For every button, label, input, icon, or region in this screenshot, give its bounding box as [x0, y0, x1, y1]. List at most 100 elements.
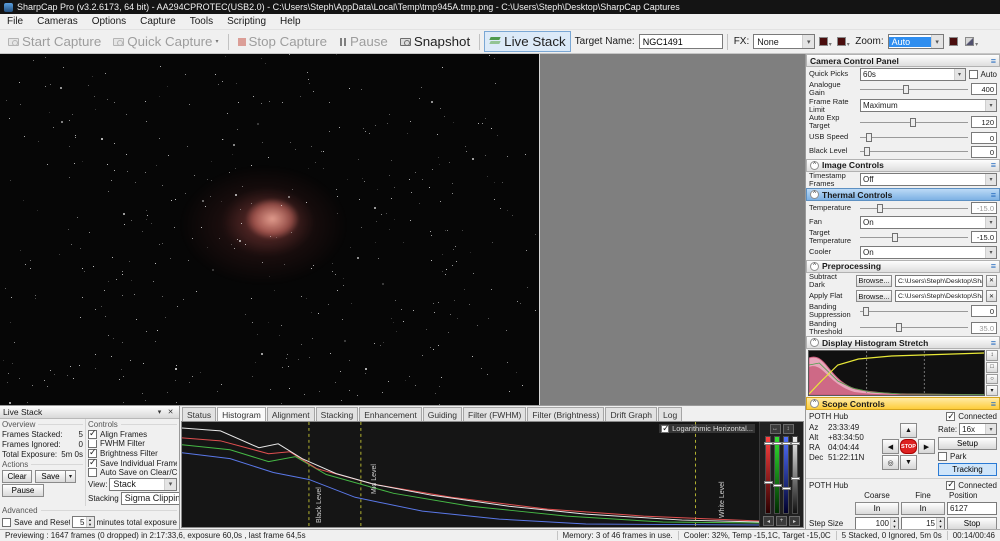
- slider-thumb[interactable]: [866, 133, 872, 142]
- collapse-icon[interactable]: ^: [810, 161, 819, 170]
- minimize-icon[interactable]: ▾: [154, 407, 165, 417]
- usb-speed-slider[interactable]: [860, 132, 968, 143]
- tab-log[interactable]: Log: [658, 407, 682, 421]
- menu-file[interactable]: File: [0, 14, 30, 29]
- panel-menu-icon[interactable]: ≡: [991, 160, 996, 170]
- tab-alignment[interactable]: Alignment: [267, 407, 315, 421]
- align-frames-checkbox[interactable]: Align Frames: [88, 430, 177, 439]
- panel-menu-icon[interactable]: ≡: [991, 399, 996, 409]
- slider-handle[interactable]: [764, 481, 773, 484]
- menu-tools[interactable]: Tools: [183, 14, 220, 29]
- analogue-gain-slider[interactable]: [860, 84, 968, 95]
- collapse-icon[interactable]: ^: [810, 399, 819, 408]
- target-name-input[interactable]: [639, 34, 723, 49]
- slider-handle[interactable]: [764, 442, 773, 445]
- close-icon[interactable]: ✕: [165, 407, 176, 417]
- stacking-dropdown[interactable]: Sigma Clipping: [121, 492, 180, 505]
- auto-save-checkbox[interactable]: Auto Save on Clear/Close: [88, 468, 177, 477]
- tab-status[interactable]: Status: [182, 407, 216, 421]
- zoom-dropdown[interactable]: Auto: [888, 34, 944, 49]
- slew-west-button[interactable]: ◀: [882, 439, 899, 454]
- menu-scripting[interactable]: Scripting: [220, 14, 273, 29]
- black-level-slider[interactable]: [860, 146, 968, 157]
- panel-menu-icon[interactable]: ≡: [991, 56, 996, 66]
- auto-exp-target-slider[interactable]: [860, 117, 968, 128]
- slider-handle[interactable]: [791, 477, 800, 480]
- expand-horizontal-button[interactable]: [770, 424, 781, 434]
- slider-thumb[interactable]: [903, 85, 909, 94]
- log-axis-checkbox[interactable]: Logarithmic Horizontal...: [659, 424, 755, 433]
- fx-dropdown[interactable]: None: [753, 34, 815, 49]
- spinner-arrows-icon[interactable]: [86, 517, 94, 527]
- black-level-value[interactable]: 0: [971, 146, 997, 158]
- banding-suppression-slider[interactable]: [860, 306, 968, 317]
- spinner-arrows-icon[interactable]: [890, 518, 898, 529]
- frame-rate-limit-dropdown[interactable]: Maximum: [860, 99, 997, 112]
- stretch-options-button[interactable]: [986, 385, 998, 396]
- save-button[interactable]: Save: [35, 470, 65, 483]
- slew-east-button[interactable]: ▶: [918, 439, 935, 454]
- fwhm-filter-checkbox[interactable]: FWHM Filter: [88, 440, 177, 449]
- slew-stop-button[interactable]: STOP: [900, 439, 917, 454]
- display-stretch-tool-button[interactable]: [835, 34, 851, 50]
- snapshot-button[interactable]: Snapshot: [395, 31, 475, 52]
- collapse-icon[interactable]: ^: [810, 190, 819, 199]
- tab-enhancement[interactable]: Enhancement: [359, 407, 421, 421]
- slider-handle[interactable]: [773, 442, 782, 445]
- fine-step-spinner[interactable]: 15: [901, 517, 945, 529]
- scope-connected-checkbox[interactable]: Connected: [946, 412, 997, 421]
- subtract-dark-browse-button[interactable]: Browse...: [856, 275, 892, 287]
- target-temperature-value[interactable]: -15.0: [971, 231, 997, 243]
- spinner-arrows-icon[interactable]: [936, 518, 944, 529]
- slew-north-button[interactable]: ▲: [900, 423, 917, 438]
- save-reset-minutes-spinner[interactable]: 5: [72, 516, 95, 528]
- focuser-stop-button[interactable]: Stop: [947, 517, 997, 529]
- menu-help[interactable]: Help: [273, 14, 308, 29]
- histogram-tool-button[interactable]: [817, 34, 833, 50]
- pause-stack-button[interactable]: Pause: [2, 484, 44, 497]
- slider-handle[interactable]: [782, 442, 791, 445]
- menu-options[interactable]: Options: [85, 14, 133, 29]
- save-dropdown-arrow[interactable]: [65, 470, 76, 483]
- scope-controls-header[interactable]: ^ Scope Controls ≡: [806, 397, 1000, 410]
- slider-thumb[interactable]: [863, 307, 869, 316]
- menu-cameras[interactable]: Cameras: [30, 14, 85, 29]
- exposure-auto-checkbox[interactable]: Auto: [969, 70, 997, 79]
- analogue-gain-value[interactable]: 400: [971, 83, 997, 95]
- slider-thumb[interactable]: [910, 118, 916, 127]
- luminance-level-slider[interactable]: [792, 436, 798, 514]
- brightness-filter-checkbox[interactable]: Brightness Filter: [88, 449, 177, 458]
- focuser-device-name[interactable]: POTH Hub: [809, 481, 943, 490]
- colour-picker-button[interactable]: [964, 34, 980, 50]
- tab-guiding[interactable]: Guiding: [423, 407, 462, 421]
- focuser-connected-checkbox[interactable]: Connected: [946, 481, 997, 490]
- auto-stretch-button[interactable]: [986, 350, 998, 361]
- banding-suppression-value[interactable]: 0: [971, 305, 997, 317]
- shift-right-button[interactable]: [789, 516, 800, 526]
- panel-menu-icon[interactable]: ≡: [991, 261, 996, 271]
- apply-flat-clear-button[interactable]: ✕: [986, 290, 997, 302]
- view-dropdown[interactable]: Stack: [109, 478, 177, 491]
- quick-capture-button[interactable]: Quick Capture: [108, 31, 223, 52]
- tab-stacking[interactable]: Stacking: [316, 407, 359, 421]
- panel-menu-icon[interactable]: ≡: [991, 338, 996, 348]
- focuser-position-value[interactable]: 6127: [947, 502, 997, 515]
- collapse-icon[interactable]: ^: [810, 338, 819, 347]
- display-histogram-stretch-header[interactable]: ^ Display Histogram Stretch ≡: [806, 336, 1000, 349]
- scope-device-name[interactable]: POTH Hub: [809, 412, 943, 421]
- camera-control-panel-header[interactable]: Camera Control Panel ≡: [806, 54, 1000, 67]
- banding-threshold-slider[interactable]: [860, 322, 968, 333]
- preprocessing-header[interactable]: ^ Preprocessing ≡: [806, 260, 1000, 273]
- tracking-button[interactable]: Tracking: [938, 463, 997, 476]
- quick-picks-dropdown[interactable]: 60s: [860, 68, 966, 81]
- usb-speed-value[interactable]: 0: [971, 132, 997, 144]
- slider-thumb[interactable]: [896, 323, 902, 332]
- red-level-slider[interactable]: [765, 436, 771, 514]
- subtract-dark-clear-button[interactable]: ✕: [986, 275, 997, 287]
- fine-in-button[interactable]: In: [901, 502, 945, 515]
- live-stack-button[interactable]: Live Stack: [484, 31, 571, 52]
- subtract-dark-path[interactable]: C:\Users\Steph\Desktop\SharpCap C...: [895, 275, 983, 287]
- reticle-button[interactable]: [946, 34, 962, 50]
- start-capture-button[interactable]: Start Capture: [3, 31, 106, 52]
- coarse-step-spinner[interactable]: 100: [855, 517, 899, 529]
